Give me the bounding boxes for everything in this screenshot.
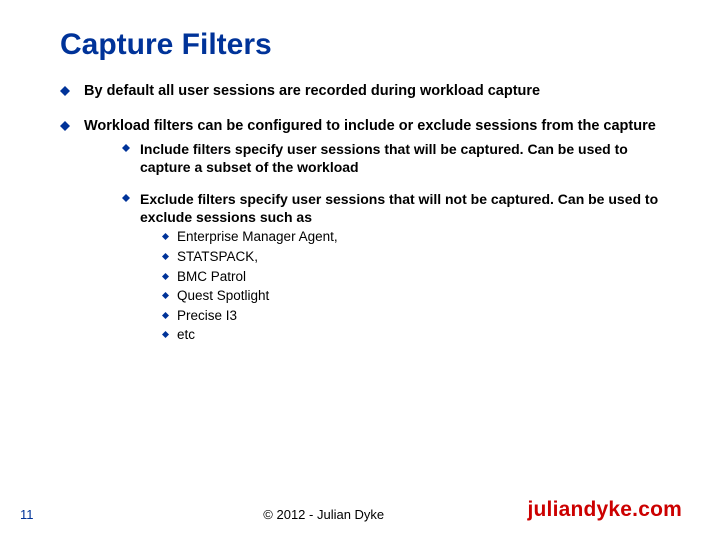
bullet-text: BMC Patrol — [177, 268, 670, 286]
bullet-level3: Precise I3 — [162, 307, 670, 325]
bullet-level2: Include filters specify user sessions th… — [122, 140, 670, 176]
page-number: 11 — [20, 507, 80, 522]
website: juliandyke.com — [527, 498, 682, 522]
diamond-icon — [122, 194, 130, 202]
diamond-icon — [162, 292, 169, 299]
bullet-list-nested: Include filters specify user sessions th… — [122, 140, 670, 346]
bullet-text: By default all user sessions are recorde… — [84, 82, 670, 101]
bullet-level1: By default all user sessions are recorde… — [60, 82, 670, 101]
bullet-level3: Enterprise Manager Agent, — [162, 228, 670, 246]
bullet-text: Workload filters can be configured to in… — [84, 117, 670, 360]
bullet-level3: STATSPACK, — [162, 248, 670, 266]
bullet-level2: Exclude filters specify user sessions th… — [122, 190, 670, 346]
slide: Capture Filters By default all user sess… — [0, 0, 720, 540]
bullet-level3: BMC Patrol — [162, 268, 670, 286]
diamond-icon — [60, 121, 70, 131]
bullet-level3: Quest Spotlight — [162, 287, 670, 305]
copyright: © 2012 - Julian Dyke — [80, 507, 527, 522]
footer: 11 © 2012 - Julian Dyke juliandyke.com — [0, 498, 720, 522]
bullet-text-inner: Exclude filters specify user sessions th… — [140, 191, 658, 225]
diamond-icon — [162, 331, 169, 338]
bullet-list: By default all user sessions are recorde… — [60, 82, 670, 360]
bullet-text: Enterprise Manager Agent, — [177, 228, 670, 246]
diamond-icon — [122, 144, 130, 152]
page-title: Capture Filters — [60, 28, 670, 62]
bullet-text-inner: Workload filters can be configured to in… — [84, 118, 656, 134]
bullet-level1: Workload filters can be configured to in… — [60, 117, 670, 360]
bullet-text: Exclude filters specify user sessions th… — [140, 190, 670, 346]
diamond-icon — [162, 233, 169, 240]
bullet-text: Quest Spotlight — [177, 287, 670, 305]
diamond-icon — [60, 86, 70, 96]
bullet-list-nested: Enterprise Manager Agent, STATSPACK, BMC… — [162, 228, 670, 343]
diamond-icon — [162, 312, 169, 319]
bullet-text: STATSPACK, — [177, 248, 670, 266]
bullet-text: Precise I3 — [177, 307, 670, 325]
diamond-icon — [162, 273, 169, 280]
diamond-icon — [162, 253, 169, 260]
bullet-text: etc — [177, 326, 670, 344]
bullet-text: Include filters specify user sessions th… — [140, 140, 670, 176]
bullet-level3: etc — [162, 326, 670, 344]
